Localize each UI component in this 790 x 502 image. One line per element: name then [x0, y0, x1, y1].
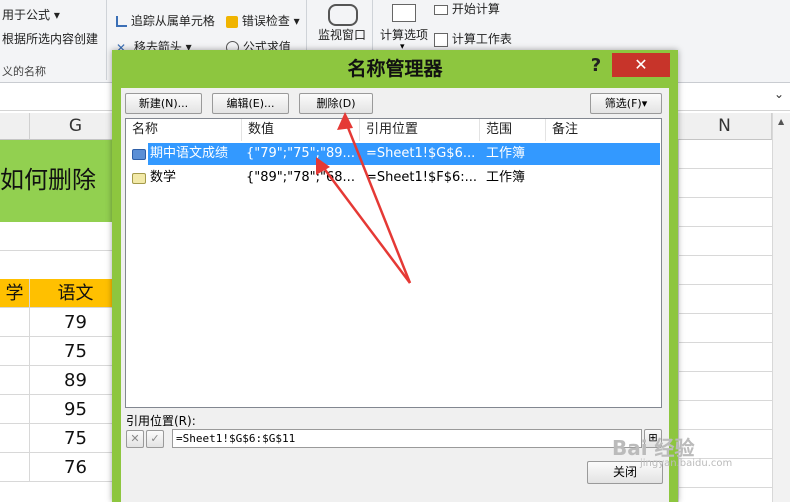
- arrow-to-selected-row: [316, 157, 411, 284]
- annotation-arrows: [316, 112, 412, 284]
- arrow-to-delete-button: [337, 112, 412, 284]
- watermark-logo: Bai 经验: [612, 436, 695, 460]
- watermark-url: jingyan.baidu.com: [640, 458, 733, 469]
